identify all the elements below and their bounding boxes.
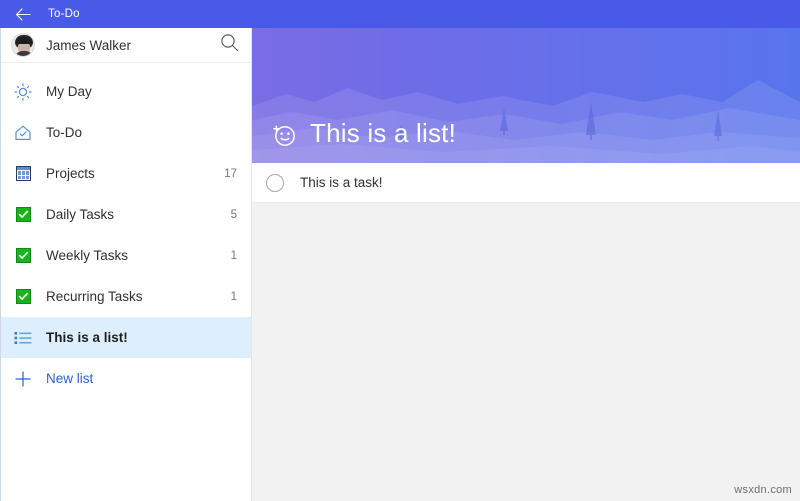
app-body: James Walker My Day To-Do Projects 17 Da…: [0, 28, 800, 501]
title-bar: To-Do: [0, 0, 800, 28]
user-avatar-photo: [11, 33, 35, 57]
circle-unchecked-icon[interactable]: [266, 173, 284, 192]
green-check-icon: [13, 246, 33, 266]
task-list: This is a task!: [252, 163, 800, 203]
sidebar-item-label: To-Do: [46, 125, 83, 140]
sun-icon: [13, 82, 33, 102]
sidebar-item-label: Daily Tasks: [46, 207, 115, 222]
user-name: James Walker: [46, 37, 132, 53]
sidebar-item-recurring-tasks[interactable]: Recurring Tasks 1: [1, 276, 251, 317]
sidebar-item-count: 17: [224, 167, 237, 180]
add-emoji-smiley-icon[interactable]: [270, 120, 298, 148]
sidebar-item-label: Recurring Tasks: [46, 289, 143, 304]
sidebar: James Walker My Day To-Do Projects 17 Da…: [0, 28, 252, 501]
grid-table-icon: [13, 164, 33, 184]
watermark: wsxdn.com: [734, 484, 792, 496]
home-check-icon: [13, 123, 33, 143]
sidebar-item-label: Projects: [46, 166, 95, 181]
new-list-label: New list: [46, 371, 94, 386]
todo-app-window: To-Do James Walker My Day To-Do Projects…: [0, 0, 800, 501]
search-icon: [220, 33, 239, 57]
list-hero-banner: This is a list!: [252, 28, 800, 163]
sidebar-item-label: Weekly Tasks: [46, 248, 129, 263]
sidebar-item-label: My Day: [46, 84, 92, 99]
green-check-icon: [13, 287, 33, 307]
sidebar-item-label: This is a list!: [46, 330, 128, 345]
back-arrow-icon: [15, 7, 31, 21]
sidebar-item-my-day[interactable]: My Day: [1, 71, 251, 112]
user-row[interactable]: James Walker: [1, 28, 251, 63]
window-title: To-Do: [48, 8, 80, 20]
search-button[interactable]: [215, 31, 243, 59]
hero-title-row: This is a list!: [270, 118, 456, 149]
sidebar-nav: My Day To-Do Projects 17 Daily Tasks 5 W…: [1, 63, 251, 501]
sidebar-item-count: 1: [230, 249, 237, 262]
sidebar-item-weekly-tasks[interactable]: Weekly Tasks 1: [1, 235, 251, 276]
green-check-icon: [13, 205, 33, 225]
content-pane: This is a list! This is a task!: [252, 28, 800, 501]
task-row[interactable]: This is a task!: [252, 163, 800, 203]
bullet-list-icon: [13, 328, 33, 348]
back-button[interactable]: [0, 0, 46, 28]
new-list-button[interactable]: New list: [1, 358, 251, 399]
task-label: This is a task!: [300, 175, 383, 190]
sidebar-item-daily-tasks[interactable]: Daily Tasks 5: [1, 194, 251, 235]
sidebar-item-count: 1: [230, 290, 237, 303]
plus-icon: [13, 369, 33, 389]
sidebar-item-projects[interactable]: Projects 17: [1, 153, 251, 194]
list-title: This is a list!: [310, 118, 457, 148]
sidebar-item-this-is-a-list[interactable]: This is a list!: [1, 317, 251, 358]
sidebar-item-count: 5: [230, 208, 237, 221]
sidebar-item-to-do[interactable]: To-Do: [1, 112, 251, 153]
